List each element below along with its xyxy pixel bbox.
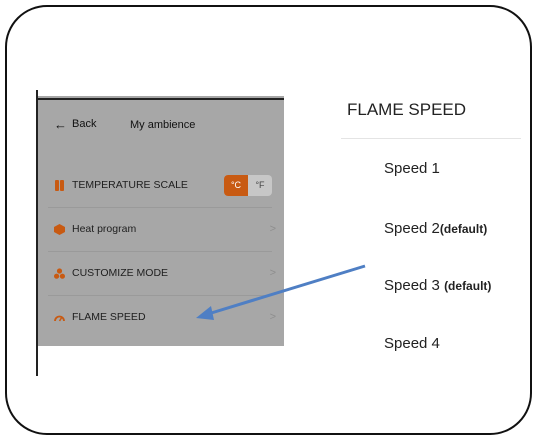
panel-divider (341, 138, 521, 139)
speed-label: Speed 3 (384, 277, 440, 294)
speedometer-icon (54, 315, 65, 321)
phone-top-border (38, 98, 284, 100)
temperature-scale-row: TEMPERATURE SCALE °C °F (38, 163, 284, 207)
heat-box-icon (54, 223, 65, 235)
customize-dots-icon (54, 267, 65, 279)
page-title: My ambience (130, 119, 196, 131)
chevron-right-icon: > (269, 267, 276, 279)
celsius-option[interactable]: °C (224, 174, 248, 196)
temperature-unit-toggle[interactable]: °C °F (224, 174, 272, 196)
speed-option[interactable]: Speed 1 (384, 160, 440, 177)
flame-speed-panel-title: FLAME SPEED (347, 100, 467, 119)
speed-label: Speed 1 (384, 160, 440, 177)
back-label: Back (72, 118, 97, 130)
flame-speed-label: FLAME SPEED (72, 311, 146, 323)
app-header: ← Back My ambience (38, 96, 284, 154)
speed-option[interactable]: Speed 3 (default) (384, 277, 491, 294)
heat-program-label: Heat program (72, 223, 137, 235)
speed-label: Speed 2 (384, 220, 440, 237)
phone-screenshot: ← Back My ambience TEMPERATURE SCALE °C … (38, 96, 284, 346)
chevron-right-icon: > (269, 311, 276, 323)
back-arrow-icon: ← (54, 116, 67, 132)
speed-option[interactable]: Speed 4 (384, 335, 440, 352)
speed-option[interactable]: Speed 2(default) (384, 220, 487, 237)
chevron-right-icon: > (269, 223, 276, 235)
speed-note: (default) (444, 279, 492, 293)
customize-mode-row[interactable]: CUSTOMIZE MODE > (38, 251, 284, 295)
heat-program-row[interactable]: Heat program > (38, 207, 284, 251)
temperature-scale-label: TEMPERATURE SCALE (72, 179, 188, 191)
fahrenheit-option[interactable]: °F (248, 175, 272, 196)
back-button[interactable]: ← Back (54, 116, 97, 132)
speed-note: (default) (439, 222, 488, 236)
speed-label: Speed 4 (384, 335, 440, 352)
thermometer-icon (55, 179, 64, 191)
flame-speed-row[interactable]: FLAME SPEED > (38, 295, 284, 339)
customize-mode-label: CUSTOMIZE MODE (72, 267, 169, 279)
